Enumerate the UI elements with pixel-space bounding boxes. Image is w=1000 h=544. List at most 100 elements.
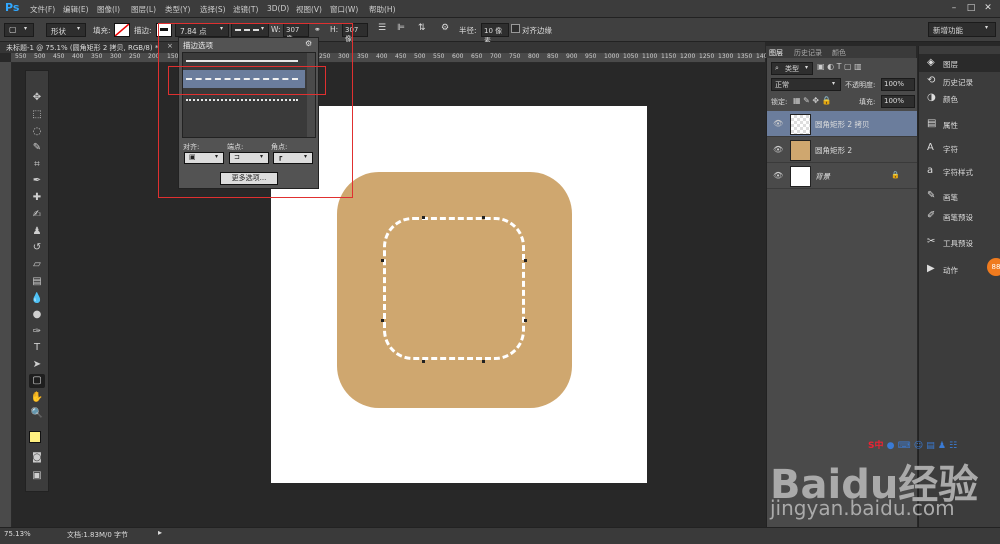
path-select-tool-icon[interactable]: ➤ [29,358,45,372]
crop-tool-icon[interactable]: ⌗ [29,158,45,172]
menu-edit[interactable]: 编辑(E) [63,4,89,15]
fill-value: 100% [884,97,905,105]
path-arrangement-icon[interactable]: ⇅ [418,23,426,33]
layer-kind-filter[interactable]: ⌕ 类型 ▾ [771,62,813,75]
mode-value: 形状 [51,27,66,36]
blend-mode-select[interactable]: 正常 ▾ [771,78,841,91]
healing-tool-icon[interactable]: ✚ [29,191,45,205]
ruler-tick-label: 800 [528,53,540,60]
dock-item-character[interactable]: A 字符 [919,139,1000,157]
dock-item-brush[interactable]: ✎ 画笔 [919,187,1000,205]
mode-select[interactable]: 形状 ▾ [46,23,86,37]
tab-color[interactable]: 颜色 [832,48,846,58]
menu-window[interactable]: 窗口(W) [330,4,358,15]
highlight-box-outer [158,23,353,198]
marquee-tool-icon[interactable]: ⬚ [29,108,45,122]
align-edges-checkbox[interactable] [511,24,520,33]
ruler-tick-label: 700 [490,53,502,60]
close-icon[interactable]: ✕ [980,2,996,14]
dock-item-character-style[interactable]: a 字符样式 [919,162,1000,180]
dodge-tool-icon[interactable]: ● [29,308,45,322]
status-bar: 75.13% 文档:1.83M/0 字节 ▸ [0,527,1000,544]
eye-icon[interactable]: 👁 [773,145,783,154]
stroke-label: 描边: [134,26,152,35]
menu-3d[interactable]: 3D(D) [267,4,289,13]
opacity-field[interactable]: 100% [881,78,915,91]
dock-item-layers[interactable]: ◈ 图层 [919,54,1000,72]
eraser-tool-icon[interactable]: ▱ [29,258,45,272]
path-anchor[interactable] [482,360,485,363]
menu-type[interactable]: 类型(Y) [165,4,190,15]
path-anchor[interactable] [381,319,384,322]
document-tab-bar: 未标题-1 @ 75.1% (圆角矩形 2 拷贝, RGB/8) * × [0,42,765,53]
move-tool-icon[interactable]: ✥ [29,91,45,105]
workspace-select[interactable]: 新增功能 ▾ [928,22,996,37]
tab-history[interactable]: 历史记录 [794,48,822,58]
dock-item-history[interactable]: ⟲ 历史记录 [919,72,1000,90]
menu-image[interactable]: 图像(I) [97,4,120,15]
lasso-tool-icon[interactable]: ◌ [29,125,45,139]
screen-mode-icon[interactable]: ▣ [29,469,45,483]
dashed-stroke-path[interactable] [383,217,525,360]
dock-item-brush-preset[interactable]: ✐ 画笔预设 [919,207,1000,225]
radius-field[interactable]: 10 像素 [481,23,509,45]
path-operations-icon[interactable]: ☰ [378,23,386,33]
eye-icon[interactable]: 👁 [773,171,783,180]
quick-mask-icon[interactable]: ◙ [29,451,45,465]
dock-item-label: 历史记录 [943,78,973,87]
dock-item-label: 画笔预设 [943,213,973,222]
menu-help[interactable]: 帮助(H) [369,4,396,15]
layer-row[interactable]: 👁 圆角矩形 2 [767,137,917,163]
dock-item-label: 动作 [943,266,958,275]
dock-item-color[interactable]: ◑ 颜色 [919,89,1000,107]
menu-view[interactable]: 视图(V) [296,4,322,15]
history-brush-tool-icon[interactable]: ↺ [29,241,45,255]
chevron-down-icon: ▾ [985,24,989,31]
layer-row[interactable]: 👁 背景 🔒 [767,163,917,189]
floating-badge[interactable]: 88 [987,258,1000,276]
menu-layer[interactable]: 图层(L) [131,4,156,15]
fill-swatch[interactable] [114,23,130,37]
zoom-tool-icon[interactable]: 🔍 [29,407,45,421]
type-tool-icon[interactable]: T [29,341,45,355]
path-anchor[interactable] [524,319,527,322]
pen-tool-icon[interactable]: ✑ [29,325,45,339]
brush-icon: ✎ [927,190,936,201]
menu-file[interactable]: 文件(F) [30,4,55,15]
lock-icons[interactable]: ▦ ✎ ✥ 🔒 [793,96,832,105]
blur-tool-icon[interactable]: 💧 [29,292,45,306]
path-anchor[interactable] [482,216,485,219]
rounded-rect-tool-icon[interactable]: ▢ [29,374,45,388]
dock-item-tool-preset[interactable]: ✂ 工具预设 [919,233,1000,251]
stamp-tool-icon[interactable]: ♟ [29,225,45,239]
filter-icons[interactable]: ▣ ◐ T ▢ ▥ [817,62,862,71]
path-anchor[interactable] [422,360,425,363]
tool-preset-picker[interactable]: ▢ ▾ [4,23,34,37]
ruler-tick-label: 1350 [737,53,753,60]
brush-tool-icon[interactable]: ✍ [29,208,45,222]
menu-select[interactable]: 选择(S) [200,4,226,15]
hand-tool-icon[interactable]: ✋ [29,391,45,405]
maximize-icon[interactable]: □ [963,2,979,14]
path-alignment-icon[interactable]: ⊫ [397,23,405,33]
document-tab[interactable]: 未标题-1 @ 75.1% (圆角矩形 2 拷贝, RGB/8) * [6,43,158,53]
layer-name: 圆角矩形 2 拷贝 [815,120,870,129]
layer-row[interactable]: 👁 圆角矩形 2 拷贝 [767,111,917,137]
dock-item-properties[interactable]: ▤ 属性 [919,115,1000,133]
eyedropper-tool-icon[interactable]: ✒ [29,174,45,188]
minimize-icon[interactable]: – [946,2,962,14]
foreground-color-swatch[interactable] [29,431,41,443]
menu-filter[interactable]: 滤镜(T) [233,4,258,15]
gear-icon[interactable]: ⚙ [441,23,449,33]
path-anchor[interactable] [422,216,425,219]
status-arrow-icon[interactable]: ▸ [158,528,162,537]
ruler-tick-label: 1150 [661,53,677,60]
zoom-level[interactable]: 75.13% [4,530,31,538]
fill-field[interactable]: 100% [881,95,915,108]
tab-layers[interactable]: 图层 [769,48,783,58]
path-anchor[interactable] [381,259,384,262]
gradient-tool-icon[interactable]: ▤ [29,275,45,289]
quick-select-tool-icon[interactable]: ✎ [29,141,45,155]
path-anchor[interactable] [524,259,527,262]
eye-icon[interactable]: 👁 [773,119,783,128]
